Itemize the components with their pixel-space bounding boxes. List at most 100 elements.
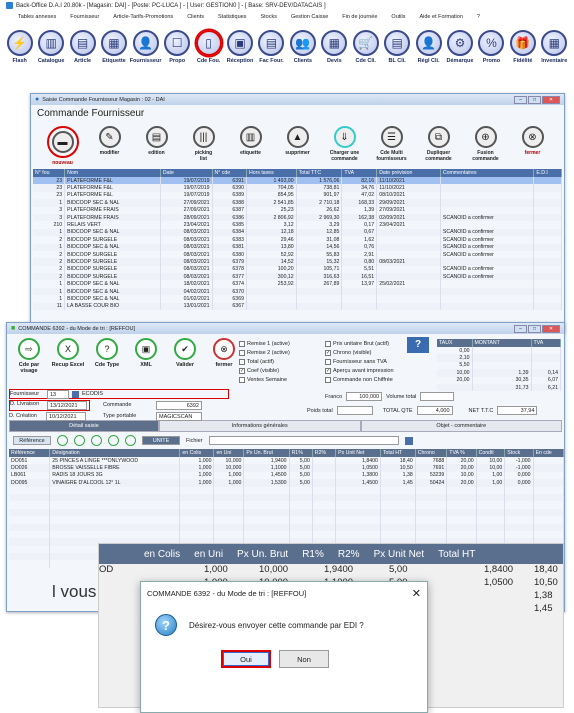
table-row[interactable]: 2 BIDCOOP SURGELE 08/03/2021 6378 100,20 105,…	[33, 265, 562, 274]
action-cde-type-button[interactable]: ? Cde Type	[89, 338, 125, 368]
franco-field[interactable]: 100,000	[346, 392, 383, 401]
undo-icon[interactable]	[108, 435, 119, 446]
menu-item[interactable]: ?	[477, 14, 480, 20]
option-checkbox[interactable]: ✓ Coef (visible)	[239, 366, 290, 375]
euro-icon[interactable]	[91, 435, 102, 446]
option-checkbox[interactable]: ✓ Chrono (visible)	[325, 348, 394, 357]
checkbox-icon[interactable]: ✓	[325, 367, 331, 374]
toolbar-supplier-button[interactable]: 👤 Fournisseur	[130, 30, 161, 84]
checkbox-icon[interactable]: ✓	[239, 367, 245, 374]
action-fusion-button[interactable]: ⊕ Fusion commande	[462, 126, 509, 166]
column-header[interactable]: Date	[160, 169, 213, 177]
column-header[interactable]: Stock	[504, 449, 534, 457]
table-row[interactable]: 23 PLATEFORME F&L 19/07/2019 6390 704,05 738,…	[33, 184, 562, 192]
checkbox-icon[interactable]	[239, 349, 245, 356]
tab-informations[interactable]: Informations générales	[159, 420, 361, 432]
menu-item[interactable]: Outils	[391, 14, 405, 20]
checkbox-icon[interactable]: ✓	[325, 349, 331, 356]
column-header[interactable]: N° cde	[212, 169, 247, 177]
order-line-row[interactable]: DO026 BROSSE VAISSELLE FIBRE 1,000 10,000 1,…	[9, 464, 565, 472]
action-edition-button[interactable]: ▤ edition	[133, 126, 180, 166]
toolbar-delivery-button[interactable]: ▤ BL Cli.	[381, 30, 412, 84]
maximize-button[interactable]: □	[528, 95, 541, 104]
toolbar-client-order-button[interactable]: 🛒 Cde Cli.	[350, 30, 381, 84]
reference-sort-button[interactable]: Référence	[13, 436, 51, 445]
option-checkbox[interactable]: Fournisseur sans TVA	[325, 357, 394, 366]
column-header[interactable]: en Colis	[179, 449, 215, 457]
action-picking-button[interactable]: ||| picking list	[180, 126, 227, 166]
action-etiquette-button[interactable]: ▥ etiquette	[227, 126, 274, 166]
menu-item[interactable]: Clients	[187, 14, 204, 20]
action-fermer-button[interactable]: ⊗ fermer	[509, 126, 556, 166]
minimize-button[interactable]: –	[514, 324, 527, 333]
option-checkbox[interactable]: Remise 1 (active)	[239, 339, 290, 348]
column-header[interactable]: En cde	[533, 449, 565, 457]
table-row[interactable]: 1 BIDCOOP SEC & NAL 27/09/2021 6388 2 541,85…	[33, 199, 562, 207]
toolbar-payment-button[interactable]: 👤 Régl Cli.	[413, 30, 444, 84]
column-header[interactable]: Px Unit Net	[335, 449, 381, 457]
column-header[interactable]: Chrono	[415, 449, 448, 457]
action-supprimer-button[interactable]: ▲ supprimer	[274, 126, 321, 166]
column-header[interactable]: Désignation	[49, 449, 181, 457]
menu-item[interactable]: Aide et Formation	[419, 14, 462, 20]
order-line-row[interactable]: LB061 RADIS 18 JOURS 3G 1,000 1,000 1,4500 5,…	[9, 471, 565, 480]
toolbar-catalogue-button[interactable]: ▥ Catalogue	[35, 30, 66, 84]
menu-item[interactable]: Stocks	[260, 14, 277, 20]
column-header[interactable]: Commentaires	[440, 169, 535, 177]
column-header[interactable]: en Uni	[213, 449, 245, 457]
table-row[interactable]: 23 PLATEFORME F&L 19/07/2019 6389 854,95 901,…	[33, 191, 562, 200]
supplier-code-field[interactable]: 13	[47, 389, 69, 399]
portable-type-field[interactable]: MAGICSCAN	[156, 411, 202, 421]
no-button[interactable]: Non	[279, 650, 329, 668]
tab-détail[interactable]: Détail saisie	[9, 420, 159, 432]
help-button[interactable]: ?	[407, 337, 429, 353]
column-header[interactable]: Total TTC	[296, 169, 343, 177]
table-row[interactable]: 2 BIDCOOP SURGELE 08/03/2021 6379 14,52 15,32…	[33, 258, 562, 266]
table-row[interactable]: 2 BIDCOOP SURGELE 08/03/2021 6380 52,92 55,83…	[33, 250, 562, 259]
person-icon[interactable]	[125, 435, 136, 446]
menu-item[interactable]: Fournisseur	[70, 14, 99, 20]
checkbox-icon[interactable]	[325, 340, 331, 347]
menu-item[interactable]: Statistiques	[218, 14, 246, 20]
column-header[interactable]: R1%	[289, 449, 313, 457]
table-row[interactable]: 1 BIDCOOP SEC & NAL 08/03/2021 6381 13,80 14,…	[33, 243, 562, 251]
table-row[interactable]: 3 PLATEFORME FRAIS 27/09/2021 6387 25,23 26,6…	[33, 206, 562, 214]
column-header[interactable]: N° fou	[33, 169, 66, 177]
option-checkbox[interactable]: ✓ Aperçu avant impression	[325, 366, 394, 375]
table-row[interactable]: 23 PLATEFORME F&L 19/07/2019 6391 1 493,90 1 …	[33, 177, 562, 185]
action-cde-multi-button[interactable]: ☰ Cde Multi fournisseurs	[368, 126, 415, 166]
toolbar-quote-button[interactable]: ▦ Devis	[319, 30, 350, 84]
toolbar-receipt-button[interactable]: ▣ Réception	[224, 30, 255, 84]
column-header[interactable]: Px Un. Brut	[243, 449, 290, 457]
option-checkbox[interactable]: Prix unitaire Brut (actif)	[325, 339, 394, 348]
column-header[interactable]: Nom	[64, 169, 161, 177]
file-field[interactable]	[208, 436, 399, 445]
column-header[interactable]: E.D.I	[533, 169, 562, 177]
toolbar-promo-button[interactable]: % Promo	[476, 30, 507, 84]
action-modifier-button[interactable]: ✎ modifier	[86, 126, 133, 166]
maximize-button[interactable]: □	[528, 324, 541, 333]
tab-objet[interactable]: Objet - commentaire	[360, 420, 562, 432]
option-checkbox[interactable]: Ventes Semaine	[239, 375, 290, 384]
option-checkbox[interactable]: Commande non Chiffrée	[325, 375, 394, 384]
action-valider-button[interactable]: ✔ Valider	[167, 338, 203, 368]
order-line-row[interactable]: DO095 VINAIGRE D'ALCOOL 12° 1L 1,000 1,000 1…	[9, 479, 565, 487]
toolbar-proposal-button[interactable]: ☐ Propo	[161, 30, 192, 84]
toolbar-invoice-button[interactable]: ▤ Fac Four.	[256, 30, 287, 84]
toolbar-loyalty-button[interactable]: 🎁 Fidélité	[507, 30, 538, 84]
action-fermer-button[interactable]: ⊗ fermer	[206, 338, 242, 368]
checkbox-icon[interactable]	[325, 376, 331, 383]
back-icon[interactable]	[57, 435, 68, 446]
table-row[interactable]: 210 RELAIS VERT 23/04/2021 6385 3,12 3,29 0,17…	[33, 221, 562, 229]
table-row[interactable]: 2 BIDCOOP SURGELE 08/03/2021 6383 29,46 31,08…	[33, 236, 562, 244]
checkbox-icon[interactable]	[239, 376, 245, 383]
action-recup-excel-button[interactable]: X Recup Excel	[50, 338, 86, 368]
column-header[interactable]: Date prévision	[376, 169, 441, 177]
file-dropdown-icon[interactable]	[404, 436, 413, 445]
menu-item[interactable]: Gestion Caisse	[291, 14, 328, 20]
order-line-row[interactable]: DO051 25 PINCES A LINGE ***ONLYWOOD 1,000 1…	[9, 457, 565, 465]
table-row[interactable]: 3 PLATEFORME FRAIS 28/09/2021 6386 2 806,92 2…	[33, 213, 562, 222]
toolbar-inventory-button[interactable]: ▦ Inventaire	[539, 30, 570, 84]
table-row[interactable]: 1 BIDCOOP SEC & NAL 08/03/2021 6384 12,18 12,…	[33, 228, 562, 237]
action-dupliquer-button[interactable]: ⧉ Dupliquer commande	[415, 126, 462, 166]
